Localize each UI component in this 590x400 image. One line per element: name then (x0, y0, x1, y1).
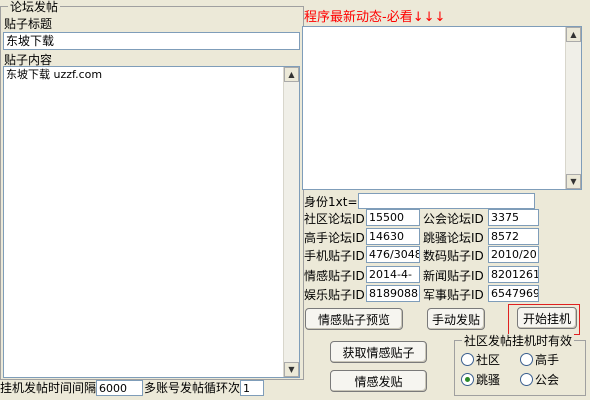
news-heading: 程序最新动态-必看↓↓↓ (304, 10, 446, 25)
interval-label: 挂机发帖时间间隔 (0, 381, 97, 395)
news-scroll-up-icon[interactable]: ▲ (566, 27, 581, 42)
interval-input[interactable]: 6000 (96, 380, 143, 396)
forum-id-label: 军事贴子ID (423, 288, 484, 302)
forum-id-label: 数码贴子ID (423, 249, 484, 263)
identity-label: 身份1xt= (304, 195, 358, 209)
radio-tiaosao-label: 跳骚 (476, 373, 501, 387)
forum-id-input[interactable]: 2010/20 (488, 246, 539, 263)
forum-id-input[interactable]: 2014-4- (366, 266, 420, 283)
radio-guild[interactable] (520, 373, 533, 386)
radio-expert-label: 高手 (535, 353, 560, 367)
emotion-post-button[interactable]: 情感发贴 (330, 370, 427, 392)
news-scroll-down-icon[interactable]: ▼ (566, 174, 581, 189)
forum-id-input[interactable]: 8201261 (488, 266, 539, 283)
forum-id-input[interactable]: 8572 (488, 228, 539, 245)
manual-post-button[interactable]: 手动发贴 (427, 308, 485, 330)
forum-id-input[interactable]: 81890881 (366, 285, 420, 302)
radio-guild-label: 公会 (535, 373, 560, 387)
forum-post-group-label: 论坛发帖 (8, 0, 61, 14)
forum-id-input[interactable]: 14630 (366, 228, 420, 245)
post-content-label: 贴子内容 (4, 53, 53, 67)
radio-community[interactable] (461, 353, 474, 366)
forum-id-label: 公会论坛ID (423, 212, 484, 226)
forum-id-input[interactable]: 15500 (366, 209, 420, 226)
forum-id-label: 跳骚论坛ID (423, 231, 484, 245)
forum-id-label: 新闻贴子ID (423, 269, 484, 283)
post-title-input[interactable]: 东坡下载 (3, 32, 300, 50)
post-content-text: 东坡下载 uzzf.com (6, 68, 103, 81)
community-group-label: 社区发帖挂机时有效 (462, 334, 575, 348)
identity-input[interactable] (358, 193, 535, 209)
radio-community-label: 社区 (476, 353, 501, 367)
forum-id-input[interactable]: 6547969 (488, 285, 539, 302)
post-title-label: 贴子标题 (4, 17, 53, 31)
post-content-textarea[interactable]: 东坡下载 uzzf.com ▲ ▼ (3, 66, 300, 378)
forum-id-label: 手机贴子ID (304, 249, 365, 263)
fetch-emotion-posts-button[interactable]: 获取情感贴子 (330, 341, 427, 363)
news-scrollbar[interactable]: ▲ ▼ (565, 27, 581, 189)
content-scrollbar[interactable]: ▲ ▼ (283, 67, 299, 377)
start-hangup-button[interactable]: 开始挂机 (517, 307, 577, 329)
news-textarea[interactable]: ▲ ▼ (302, 26, 582, 190)
forum-id-input[interactable]: 3375 (488, 209, 539, 226)
scroll-up-icon[interactable]: ▲ (284, 67, 299, 82)
emotion-post-preview-button[interactable]: 情感贴子预览 (305, 308, 403, 330)
community-group (454, 340, 586, 396)
forum-id-label: 高手论坛ID (304, 231, 365, 245)
forum-id-label: 情感贴子ID (304, 269, 365, 283)
scroll-down-icon[interactable]: ▼ (284, 362, 299, 377)
forum-id-input[interactable]: 476/3048 (366, 246, 420, 263)
forum-id-label: 娱乐贴子ID (304, 288, 365, 302)
cycles-label: 多账号发帖循环次 (144, 381, 241, 395)
forum-id-label: 社区论坛ID (304, 212, 365, 226)
cycles-input[interactable]: 1 (240, 380, 264, 396)
radio-tiaosao[interactable] (461, 373, 474, 386)
radio-expert[interactable] (520, 353, 533, 366)
